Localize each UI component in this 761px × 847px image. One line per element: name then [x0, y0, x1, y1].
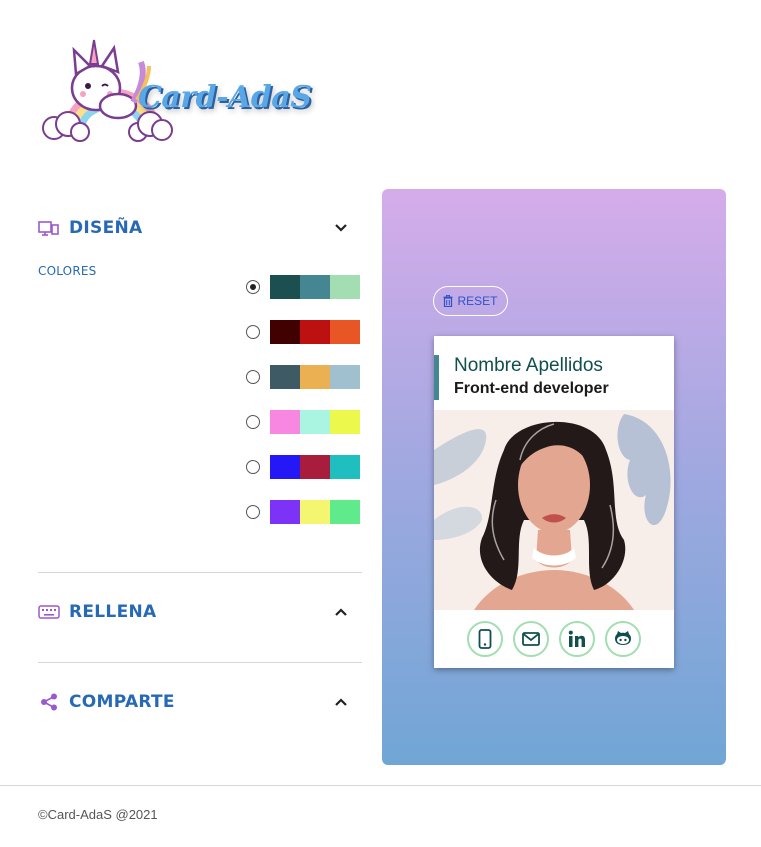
color-swatch	[300, 275, 330, 299]
palette-option[interactable]	[246, 274, 362, 300]
section-design-title: DISEÑA	[69, 218, 143, 238]
github-icon	[615, 631, 631, 645]
color-swatch	[300, 365, 330, 389]
footer-divider	[0, 785, 761, 786]
palette-option[interactable]	[246, 499, 362, 525]
color-swatch	[330, 365, 360, 389]
logo-text: Card-AdaS	[138, 80, 312, 115]
color-swatch	[330, 410, 360, 434]
color-swatch	[270, 410, 300, 434]
card-social-links	[434, 610, 674, 668]
color-swatch	[330, 320, 360, 344]
color-swatch	[270, 275, 300, 299]
color-swatch	[300, 320, 330, 344]
linkedin-button[interactable]	[559, 621, 595, 657]
chevron-up-icon[interactable]	[334, 695, 348, 709]
linkedin-icon	[568, 630, 585, 647]
section-share-title: COMPARTE	[69, 692, 175, 712]
email-icon	[522, 632, 540, 646]
section-fill-title: RELLENA	[69, 602, 157, 622]
color-swatch	[270, 455, 300, 479]
reset-label: RESET	[457, 294, 498, 308]
mobile-button[interactable]	[467, 621, 503, 657]
color-swatch	[300, 455, 330, 479]
trash-icon	[443, 295, 453, 307]
color-swatch	[300, 410, 330, 434]
share-icon	[38, 691, 60, 713]
palette-radio[interactable]	[246, 415, 260, 429]
chevron-down-icon[interactable]	[334, 221, 348, 235]
profile-card: Nombre Apellidos Front-end developer	[434, 336, 674, 668]
chevron-up-icon[interactable]	[334, 605, 348, 619]
email-button[interactable]	[513, 621, 549, 657]
color-swatch	[330, 275, 360, 299]
palette-option[interactable]	[246, 409, 362, 435]
color-swatch	[270, 320, 300, 344]
card-job: Front-end developer	[454, 380, 609, 397]
section-share-header[interactable]: COMPARTE	[38, 687, 362, 717]
divider	[38, 572, 362, 573]
palette-radio[interactable]	[246, 280, 260, 294]
keyboard-icon	[38, 601, 60, 623]
color-swatch	[270, 365, 300, 389]
mobile-icon	[478, 629, 492, 649]
palette-radio[interactable]	[246, 325, 260, 339]
card-photo	[434, 410, 674, 610]
colors-label: COLORES	[38, 264, 97, 278]
design-icon	[38, 217, 60, 239]
palette-option[interactable]	[246, 454, 362, 480]
section-fill-header[interactable]: RELLENA	[38, 597, 362, 627]
palette-option[interactable]	[246, 364, 362, 390]
footer-copyright: ©Card-AdaS @2021	[38, 807, 158, 822]
card-preview-panel: RESET Nombre Apellidos Front-end develop…	[382, 189, 726, 765]
reset-button[interactable]: RESET	[433, 286, 508, 316]
card-accent-bar	[434, 355, 439, 400]
color-swatch	[330, 455, 360, 479]
color-swatch	[300, 500, 330, 524]
color-swatch	[330, 500, 360, 524]
color-swatch	[270, 500, 300, 524]
palette-option[interactable]	[246, 319, 362, 345]
github-button[interactable]	[605, 621, 641, 657]
profile-illustration	[434, 410, 674, 610]
palette-radio[interactable]	[246, 505, 260, 519]
card-name: Nombre Apellidos	[454, 355, 603, 376]
palette-radio[interactable]	[246, 370, 260, 384]
palette-radio[interactable]	[246, 460, 260, 474]
section-design-header[interactable]: DISEÑA	[38, 213, 362, 243]
divider	[38, 662, 362, 663]
card-header: Nombre Apellidos Front-end developer	[434, 336, 674, 410]
